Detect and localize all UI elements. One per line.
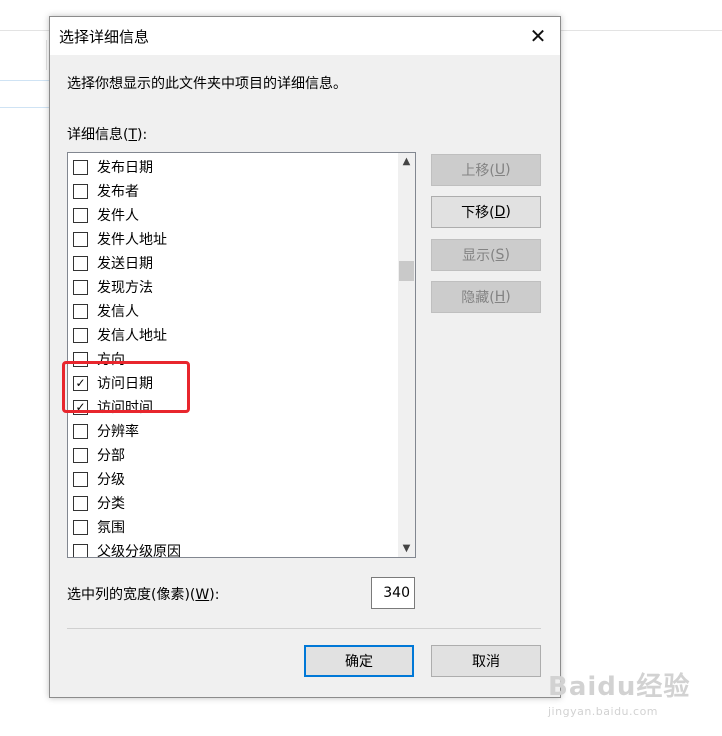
list-item-label: 发件人 xyxy=(97,208,139,224)
list-item-label: 发信人 xyxy=(97,304,139,320)
list-item-label: 发现方法 xyxy=(97,280,153,296)
checkbox-unchecked[interactable] xyxy=(73,351,88,367)
checkbox-unchecked[interactable] xyxy=(73,303,88,319)
vertical-scrollbar[interactable]: ▲ ▼ xyxy=(398,153,415,557)
close-icon: ✕ xyxy=(529,24,547,48)
scroll-down-button[interactable]: ▼ xyxy=(398,540,415,557)
checkbox-unchecked[interactable] xyxy=(73,207,88,223)
close-button[interactable]: ✕ xyxy=(516,17,560,55)
list-item[interactable]: 发送日期 xyxy=(73,251,153,275)
choose-details-dialog: 选择详细信息 ✕ 选择你想显示的此文件夹中项目的详细信息。 详细信息(T): 发… xyxy=(49,16,561,698)
list-item[interactable]: 发信人地址 xyxy=(73,323,167,347)
list-item-label: 访问日期 xyxy=(97,376,153,392)
details-listbox[interactable]: 发布日期发布者发件人发件人地址发送日期发现方法发信人发信人地址方向 ✓ 访问日期 ✓ 访… xyxy=(67,152,416,558)
baidu-watermark: Baidu经验 jingyan.baidu.com xyxy=(548,666,690,718)
checkbox-unchecked[interactable] xyxy=(73,183,88,199)
checkbox-unchecked[interactable] xyxy=(73,231,88,247)
checkbox-unchecked[interactable] xyxy=(73,327,88,343)
checkbox-unchecked[interactable] xyxy=(73,423,88,439)
list-item-label: 发布者 xyxy=(97,184,139,200)
instruction-text: 选择你想显示的此文件夹中项目的详细信息。 xyxy=(67,76,347,92)
list-item-label: 分级 xyxy=(97,472,125,488)
background-selection-line xyxy=(0,107,50,108)
list-item-label: 分类 xyxy=(97,496,125,512)
list-item-label: 发布日期 xyxy=(97,160,153,176)
ok-button[interactable]: 确定 xyxy=(304,645,414,677)
scroll-thumb[interactable] xyxy=(399,261,414,281)
chevron-down-icon: ▼ xyxy=(402,543,411,554)
list-item[interactable]: 氛围 xyxy=(73,515,125,539)
checkmark-icon: ✓ xyxy=(75,400,86,414)
column-width-input[interactable]: 340 xyxy=(371,577,415,609)
checkbox-unchecked[interactable] xyxy=(73,471,88,487)
list-item[interactable]: 发件人 xyxy=(73,203,139,227)
checkbox-checked[interactable]: ✓ xyxy=(73,375,88,391)
list-item[interactable]: 父级分级原因 xyxy=(73,539,181,558)
checkbox-unchecked[interactable] xyxy=(73,543,88,557)
checkbox-unchecked[interactable] xyxy=(73,255,88,271)
checkbox-checked[interactable]: ✓ xyxy=(73,399,88,415)
list-item-label: 分部 xyxy=(97,448,125,464)
list-item[interactable]: 发信人 xyxy=(73,299,139,323)
details-list-label: 详细信息(T): xyxy=(67,127,148,143)
watermark-logo: Baidu经验 xyxy=(548,672,691,702)
chevron-up-icon: ▲ xyxy=(402,156,411,167)
list-item-label: 氛围 xyxy=(97,520,125,536)
hide-button[interactable]: 隐藏(H) xyxy=(431,281,541,313)
checkbox-unchecked[interactable] xyxy=(73,495,88,511)
background-selection-line xyxy=(0,80,50,81)
checkmark-icon: ✓ xyxy=(75,376,86,390)
dialog-title: 选择详细信息 xyxy=(59,28,150,46)
list-item[interactable]: 发件人地址 xyxy=(73,227,167,251)
list-item[interactable]: 发现方法 xyxy=(73,275,153,299)
list-item-label: 发送日期 xyxy=(97,256,153,272)
list-item[interactable]: ✓ 访问时间 xyxy=(73,395,153,419)
checkbox-unchecked[interactable] xyxy=(73,279,88,295)
column-width-label: 选中列的宽度(像素)(W): xyxy=(67,587,220,603)
list-item[interactable]: 分辨率 xyxy=(73,419,139,443)
checkbox-unchecked[interactable] xyxy=(73,519,88,535)
checkbox-unchecked[interactable] xyxy=(73,159,88,175)
list-item[interactable]: 分类 xyxy=(73,491,125,515)
move-up-button[interactable]: 上移(U) xyxy=(431,154,541,186)
scroll-up-button[interactable]: ▲ xyxy=(398,153,415,170)
watermark-url: jingyan.baidu.com xyxy=(548,705,659,718)
list-item-label: 发件人地址 xyxy=(97,232,167,248)
list-item[interactable]: ✓ 访问日期 xyxy=(73,371,153,395)
list-item-label: 方向 xyxy=(97,352,125,368)
cancel-button[interactable]: 取消 xyxy=(431,645,541,677)
dialog-divider xyxy=(67,628,541,629)
list-item[interactable]: 分部 xyxy=(73,443,125,467)
list-item-label: 发信人地址 xyxy=(97,328,167,344)
list-item-label: 访问时间 xyxy=(97,400,153,416)
checkbox-unchecked[interactable] xyxy=(73,447,88,463)
list-item[interactable]: 分级 xyxy=(73,467,125,491)
show-button[interactable]: 显示(S) xyxy=(431,239,541,271)
move-down-button[interactable]: 下移(D) xyxy=(431,196,541,228)
dialog-titlebar[interactable]: 选择详细信息 ✕ xyxy=(50,17,560,55)
list-item-label: 父级分级原因 xyxy=(97,544,181,558)
background-separator xyxy=(46,40,47,70)
list-item-label: 分辨率 xyxy=(97,424,139,440)
list-item[interactable]: 方向 xyxy=(73,347,125,371)
list-item[interactable]: 发布者 xyxy=(73,179,139,203)
list-item[interactable]: 发布日期 xyxy=(73,155,153,179)
